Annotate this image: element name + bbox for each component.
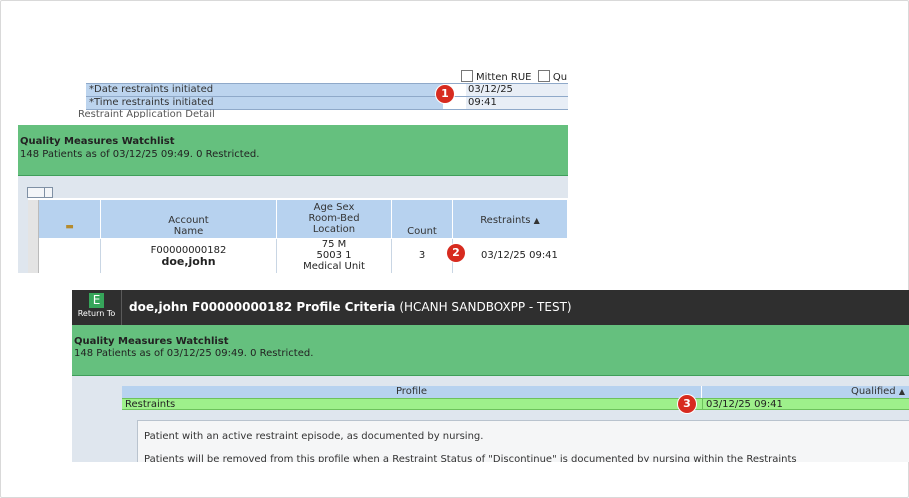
checkbox-row: Mitten RUE Qu [461,70,567,83]
folder-icon: ▬ [65,222,74,232]
return-to-label: Return To [77,309,116,318]
qu-label: Qu [552,72,568,83]
column-header-restraints[interactable]: Restraints ▲ [453,200,568,238]
age-sex: 75 M [321,239,347,250]
watchlist-title: Quality Measures Watchlist [74,336,229,347]
restraint-form-snippet: Mitten RUE Qu *Date restraints initiated… [78,70,568,118]
row-icon-cell [39,239,101,273]
date-initiated-label: *Date restraints initiated [86,84,443,96]
column-header-profile[interactable]: Profile [122,386,702,398]
count-cell: 3 [392,239,453,273]
qualified-value: 03/12/25 09:41 [706,399,783,410]
expand-icon[interactable] [44,187,53,198]
column-layout-icon[interactable] [27,187,45,198]
date-initiated-row: *Date restraints initiated 03/12/25 [86,84,568,96]
watchlist-title: Quality Measures Watchlist [20,136,175,147]
watchlist-header: Quality Measures Watchlist 148 Patients … [18,125,568,176]
profile-row-qualified[interactable]: 03/12/25 09:41 [702,398,909,410]
time-initiated-row: *Time restraints initiated 09:41 [86,97,568,109]
profile-title-env: (HCANH SANDBOXPP - TEST) [399,300,572,314]
sort-ascending-icon: ▲ [898,387,905,396]
location: Medical Unit [303,261,365,272]
room-bed: 5003 1 [316,250,352,261]
count-header: Count [407,226,437,237]
account-header-line1: Account [168,215,209,226]
column-header-demographics[interactable]: Age Sex Room-Bed Location [277,200,392,238]
demo-header-line3: Location [312,224,356,235]
description-line-2: Patients will be removed from this profi… [144,454,797,462]
demo-header-line1: Age Sex [313,202,355,213]
profile-description: Patient with an active restraint episode… [137,420,909,462]
profile-header: Profile [395,386,428,397]
grid-scrollbar[interactable] [28,200,39,273]
profile-title-main: doe,john F00000000182 Profile Criteria [129,300,396,314]
demographics-cell: 75 M 5003 1 Medical Unit [277,239,392,273]
restraints-header: Restraints [480,215,531,226]
column-header-icon[interactable]: ▬ [39,200,101,238]
account-cell[interactable]: F00000000182 doe,john [101,239,277,273]
callout-marker-1: 1 [436,85,454,103]
restraints-cell[interactable]: 03/12/25 09:41 [453,239,568,273]
description-line-1: Patient with an active restraint episode… [144,431,484,442]
count-value: 3 [418,250,426,261]
return-to-button[interactable]: E Return To [74,293,119,323]
account-header-line2: Name [173,226,204,237]
watchlist-subtitle: 148 Patients as of 03/12/25 09:49. 0 Res… [74,348,314,359]
watchlist-header: Quality Measures Watchlist 148 Patients … [72,325,909,376]
mitten-rue-checkbox[interactable] [461,70,473,82]
titlebar-divider [121,290,122,325]
column-header-account[interactable]: Account Name [101,200,277,238]
profile-row-name[interactable]: Restraints [122,398,702,410]
date-initiated-field[interactable]: 03/12/25 [466,84,568,96]
patient-name: doe,john [161,255,216,268]
mitten-rue-label: Mitten RUE [476,72,532,83]
section-heading-cut: Restraint Application Detail [78,109,215,118]
restraints-value: 03/12/25 09:41 [481,250,558,261]
qualified-header: Qualified [850,386,896,397]
time-initiated-label: *Time restraints initiated [86,97,443,109]
demo-header-line2: Room-Bed [308,213,360,224]
return-e-icon: E [89,293,104,308]
watchlist-panel: Quality Measures Watchlist 148 Patients … [18,125,568,273]
watchlist-subtitle: 148 Patients as of 03/12/25 09:49. 0 Res… [20,149,260,160]
callout-marker-2: 2 [447,244,465,262]
callout-marker-3: 3 [678,395,696,413]
column-header-qualified[interactable]: Qualified ▲ [702,386,909,398]
sort-ascending-icon: ▲ [533,216,540,225]
profile-criteria-panel: E Return To doe,john F00000000182 Profil… [72,290,909,462]
profile-name: Restraints [125,399,176,410]
profile-titlebar: E Return To doe,john F00000000182 Profil… [72,290,909,325]
time-initiated-field[interactable]: 09:41 [466,97,568,109]
qu-checkbox[interactable] [537,70,550,82]
profile-title: doe,john F00000000182 Profile Criteria (… [129,300,572,314]
column-header-count[interactable]: Count [392,200,453,238]
